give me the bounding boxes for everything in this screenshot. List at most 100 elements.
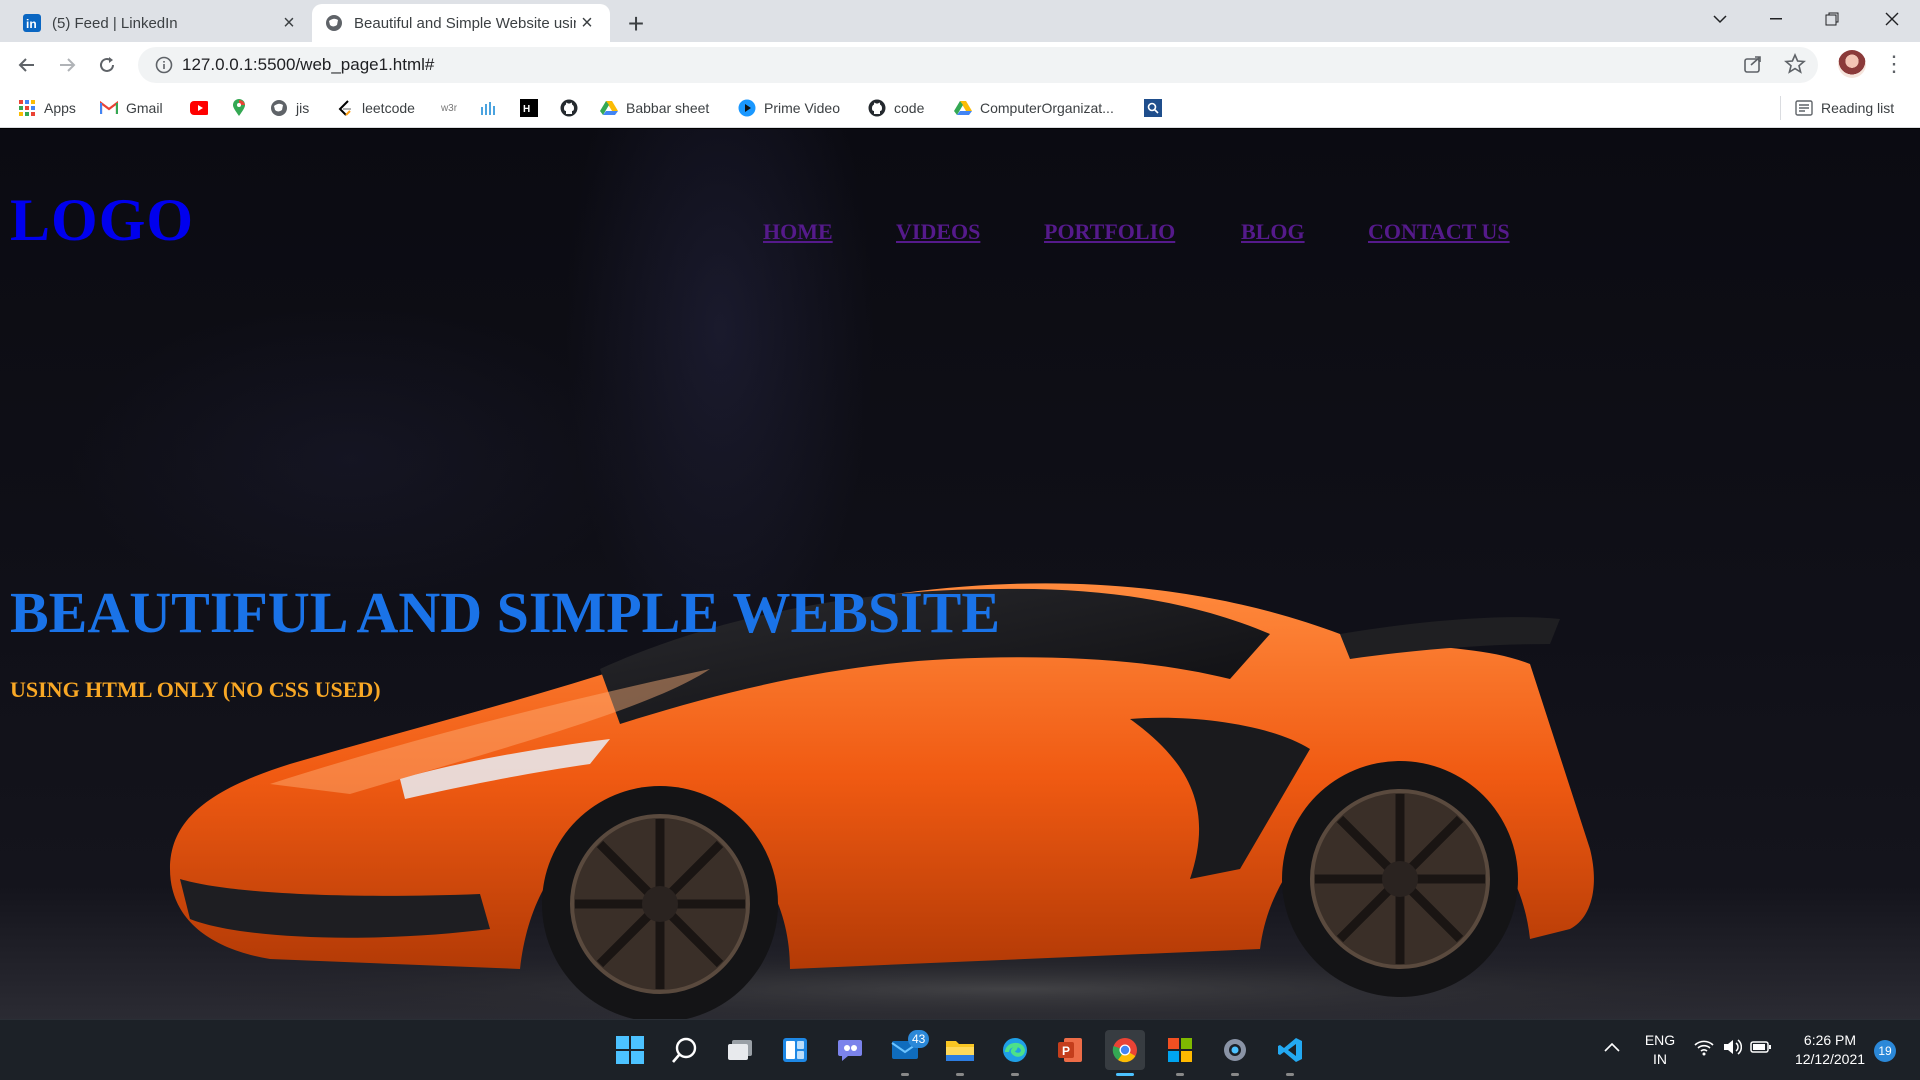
file-explorer-button[interactable] (940, 1030, 980, 1076)
bookmark-w3schools[interactable]: w3r (440, 96, 466, 120)
browser-toolbar: 127.0.0.1:5500/web_page1.html# ⋮ (0, 42, 1920, 88)
w3schools-icon: w3r (440, 102, 458, 114)
svg-text:H: H (523, 104, 530, 115)
google-drive-icon (954, 99, 972, 117)
share-icon[interactable] (1742, 53, 1764, 80)
chrome-button[interactable] (1105, 1030, 1145, 1076)
clock-date: 12/12/2021 (1794, 1051, 1866, 1067)
search-icon (672, 1037, 697, 1063)
language-line-1: ENG (1644, 1032, 1676, 1048)
github-icon (868, 99, 886, 117)
search-button[interactable] (665, 1030, 705, 1070)
reading-list-label: Reading list (1821, 100, 1895, 116)
notification-count-badge[interactable]: 19 (1874, 1040, 1896, 1062)
reading-list-button[interactable]: Reading list (1780, 96, 1894, 120)
nav-link-home[interactable]: HOME (763, 219, 833, 245)
bookmark-computer-organization[interactable]: ComputerOrganizat... (954, 96, 1114, 120)
google-drive-icon (600, 99, 618, 117)
back-button[interactable] (10, 48, 44, 82)
close-tab-icon[interactable]: × (278, 12, 300, 34)
show-hidden-icons-chevron-icon[interactable] (1604, 1038, 1620, 1057)
teams-chat-button[interactable] (830, 1030, 870, 1070)
bookmark-label: leetcode (362, 100, 415, 116)
forward-button[interactable] (50, 48, 84, 82)
profile-avatar[interactable] (1838, 50, 1866, 78)
mail-unread-badge: 43 (908, 1030, 930, 1048)
bookmark-babbar-sheet[interactable]: Babbar sheet (600, 96, 709, 120)
search-box-icon (1144, 99, 1162, 117)
url-text[interactable]: 127.0.0.1:5500/web_page1.html# (182, 55, 434, 75)
bookmark-prime-video[interactable]: Prime Video (738, 96, 840, 120)
tab-website[interactable]: Beautiful and Simple Website using HTML … (312, 4, 610, 42)
leetcode-icon (336, 99, 354, 117)
language-line-2: IN (1653, 1051, 1667, 1067)
arrow-right-icon (60, 58, 76, 72)
page-viewport: LOGO HOME VIDEOS PORTFOLIO BLOG CONTACT … (0, 129, 1920, 1019)
settings-button[interactable] (1215, 1030, 1255, 1076)
language-indicator[interactable]: ENG IN (1640, 1031, 1680, 1069)
bookmark-youtube[interactable] (190, 96, 216, 120)
tab-strip: in (5) Feed | LinkedIn × Beautiful and S… (0, 0, 1920, 42)
svg-text:P: P (1062, 1044, 1070, 1058)
volume-icon (1724, 1039, 1742, 1055)
powerpoint-icon: P (1058, 1038, 1082, 1062)
restore-button[interactable] (1804, 0, 1860, 38)
address-bar[interactable]: 127.0.0.1:5500/web_page1.html# (138, 47, 1818, 83)
gear-icon (1224, 1039, 1246, 1061)
nav-link-contact-us[interactable]: CONTACT US (1368, 219, 1510, 245)
vscode-button[interactable] (1270, 1030, 1310, 1076)
youtube-icon (190, 99, 208, 117)
colorful-grid-app-icon (1168, 1038, 1192, 1062)
battery-icon (1750, 1041, 1771, 1053)
bookmark-maps[interactable] (230, 96, 256, 120)
bookmark-chart[interactable] (480, 96, 506, 120)
nav-link-blog[interactable]: BLOG (1241, 219, 1305, 245)
bookmarks-bar: Apps Gmail jis leetcode w3r H Babbar she… (0, 88, 1920, 128)
widgets-button[interactable] (775, 1030, 815, 1070)
chat-icon (838, 1040, 862, 1061)
windows-logo-icon (616, 1036, 644, 1064)
bookmark-apps[interactable]: Apps (18, 96, 76, 120)
tab-title: (5) Feed | LinkedIn (52, 14, 178, 32)
site-info-icon[interactable] (146, 56, 182, 74)
tab-search-chevron-icon[interactable] (1692, 0, 1748, 38)
bookmark-jis[interactable]: jis (270, 96, 309, 120)
tab-title: Beautiful and Simple Website using HTML (354, 14, 576, 32)
widgets-icon (783, 1038, 807, 1062)
task-view-icon (728, 1040, 752, 1060)
start-button[interactable] (610, 1030, 650, 1070)
hero-title: BEAUTIFUL AND SIMPLE WEBSITE (10, 580, 1001, 645)
bookmark-gmail[interactable]: Gmail (100, 96, 163, 120)
edge-icon (1003, 1038, 1027, 1062)
tab-linkedin[interactable]: in (5) Feed | LinkedIn × (10, 4, 312, 42)
close-window-button[interactable] (1864, 0, 1920, 38)
bookmark-star-icon[interactable] (1784, 52, 1806, 80)
close-tab-icon[interactable]: × (576, 12, 598, 34)
reading-list-icon (1795, 99, 1813, 117)
bookmark-label: Apps (44, 100, 76, 116)
reload-button[interactable] (90, 48, 124, 82)
bookmark-leetcode[interactable]: leetcode (336, 96, 415, 120)
nav-link-videos[interactable]: VIDEOS (896, 219, 980, 245)
linkedin-icon: in (22, 13, 42, 33)
menu-kebab-icon[interactable]: ⋮ (1880, 50, 1908, 78)
edge-button[interactable] (995, 1030, 1035, 1076)
task-view-button[interactable] (720, 1030, 760, 1070)
apps-grid-icon (18, 99, 36, 117)
powerpoint-button[interactable]: P (1050, 1030, 1090, 1070)
system-tray-icons[interactable] (1694, 1038, 1772, 1056)
bookmark-code[interactable]: code (868, 96, 924, 120)
bookmark-search[interactable] (1144, 96, 1170, 120)
reload-icon (100, 57, 114, 72)
bookmark-hackerrank[interactable]: H (520, 96, 546, 120)
nav-link-portfolio[interactable]: PORTFOLIO (1044, 219, 1175, 245)
clock[interactable]: 6:26 PM 12/12/2021 (1790, 1031, 1870, 1069)
windows-taskbar: 43 P ENG IN 6:26 PM 12/12/2021 19 (0, 1019, 1920, 1080)
new-tab-button[interactable]: + (620, 8, 652, 40)
minimize-button[interactable] (1748, 0, 1804, 38)
store-app-button[interactable] (1160, 1030, 1200, 1076)
bookmark-github[interactable] (560, 96, 586, 120)
arrow-left-icon (18, 58, 34, 72)
site-nav: HOME VIDEOS PORTFOLIO BLOG CONTACT US (0, 219, 1920, 249)
gmail-icon (100, 99, 118, 117)
